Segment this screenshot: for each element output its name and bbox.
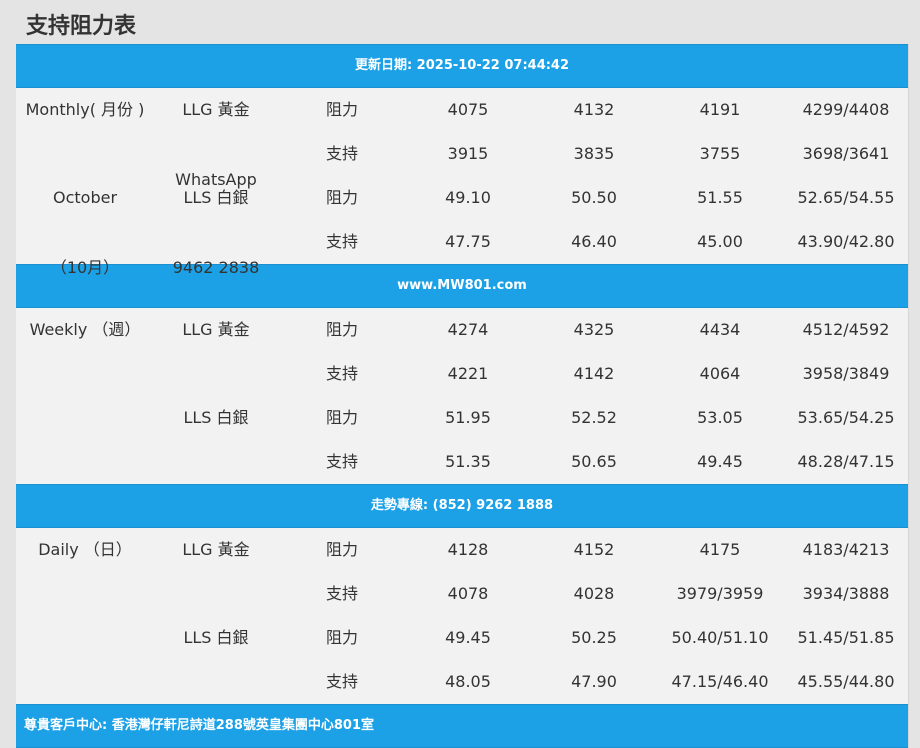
level-2: 4152 [573, 540, 615, 559]
level-4: 45.55/44.80 [797, 672, 895, 691]
table-row: Weekly （週） LLG 黃金 阻力 4274 4325 4434 4512… [16, 308, 908, 352]
level-1: 4078 [447, 584, 489, 603]
level-3: 3755 [699, 144, 741, 163]
whatsapp-label: WhatsApp [175, 170, 257, 189]
level-2: 50.25 [571, 628, 617, 647]
level-3: 4191 [699, 100, 741, 119]
level-2: 47.90 [571, 672, 617, 691]
level-2: 50.50 [571, 188, 617, 207]
month-cn-label: （10月） [50, 258, 120, 277]
type-label: 支持 [326, 584, 359, 603]
type-label: 支持 [326, 144, 359, 163]
table-row: Monthly( 月份 ) LLG 黃金 阻力 4075 4132 4191 4… [16, 88, 908, 132]
level-1: 48.05 [445, 672, 491, 691]
level-3: 51.55 [697, 188, 743, 207]
period-label: Daily （日） [38, 540, 132, 559]
table-row: 支持 4221 4142 4064 3958/3849 [16, 352, 908, 396]
level-4: 51.45/51.85 [797, 628, 895, 647]
level-2: 4028 [573, 584, 615, 603]
level-4: 52.65/54.55 [797, 188, 895, 207]
level-1: 4128 [447, 540, 489, 559]
level-4: 4512/4592 [802, 320, 890, 339]
table-row: LLS 白銀 阻力 51.95 52.52 53.05 53.65/54.25 [16, 396, 908, 440]
metal-label: LLG 黃金 [182, 320, 250, 339]
level-1: 49.10 [445, 188, 491, 207]
level-1: 51.35 [445, 452, 491, 471]
level-1: 49.45 [445, 628, 491, 647]
type-label: 支持 [326, 672, 359, 691]
type-label: 阻力 [326, 100, 359, 119]
level-4: 43.90/42.80 [797, 232, 895, 251]
level-2: 50.65 [571, 452, 617, 471]
metal-label: LLS 白銀 [183, 628, 249, 647]
table-row: Daily （日） LLG 黃金 阻力 4128 4152 4175 4183/… [16, 528, 908, 572]
level-1: 51.95 [445, 408, 491, 427]
level-4: 48.28/47.15 [797, 452, 895, 471]
level-2: 4142 [573, 364, 615, 383]
level-3: 4434 [699, 320, 741, 339]
daily-section: Daily （日） LLG 黃金 阻力 4128 4152 4175 4183/… [16, 528, 908, 704]
level-1: 3915 [447, 144, 489, 163]
level-1: 47.75 [445, 232, 491, 251]
update-date-banner: 更新日期: 2025-10-22 07:44:42 [16, 44, 908, 88]
page-title: 支持阻力表 [26, 14, 137, 39]
table-row: 支持 4078 4028 3979/3959 3934/3888 [16, 572, 908, 616]
type-label: 阻力 [326, 408, 359, 427]
table-row: LLS 白銀 阻力 49.45 50.25 50.40/51.10 51.45/… [16, 616, 908, 660]
period-label: Monthly( 月份 ) [25, 100, 145, 119]
level-3: 45.00 [697, 232, 743, 251]
type-label: 阻力 [326, 320, 359, 339]
address-banner: 尊貴客戶中心: 香港灣仔軒尼詩道288號英皇集團中心801室 [16, 704, 908, 748]
type-label: 阻力 [326, 540, 359, 559]
type-label: 支持 [326, 364, 359, 383]
level-3: 4175 [699, 540, 741, 559]
period-label: Weekly （週） [29, 320, 141, 339]
type-label: 阻力 [326, 188, 359, 207]
table-row: October LLS 白銀 阻力 49.10 50.50 51.55 52.6… [16, 176, 908, 220]
metal-label: LLS 白銀 [183, 408, 249, 427]
level-4: 3698/3641 [802, 144, 890, 163]
level-2: 4325 [573, 320, 615, 339]
type-label: 支持 [326, 452, 359, 471]
type-label: 支持 [326, 232, 359, 251]
monthly-section: Monthly( 月份 ) LLG 黃金 阻力 4075 4132 4191 4… [16, 88, 908, 277]
level-4: 3934/3888 [802, 584, 890, 603]
level-3: 50.40/51.10 [671, 628, 769, 647]
level-4: 3958/3849 [802, 364, 890, 383]
level-1: 4075 [447, 100, 489, 119]
level-4: 53.65/54.25 [797, 408, 895, 427]
support-resistance-table: 更新日期: 2025-10-22 07:44:42 Monthly( 月份 ) … [16, 44, 909, 748]
level-2: 4132 [573, 100, 615, 119]
metal-label: LLG 黃金 [182, 540, 250, 559]
weekly-section: Weekly （週） LLG 黃金 阻力 4274 4325 4434 4512… [16, 308, 908, 484]
level-3: 53.05 [697, 408, 743, 427]
table-row: 支持 3915 3835 3755 3698/3641 [16, 132, 908, 176]
type-label: 阻力 [326, 628, 359, 647]
table-row: 支持 48.05 47.90 47.15/46.40 45.55/44.80 [16, 660, 908, 704]
level-3: 3979/3959 [676, 584, 764, 603]
metal-label: LLG 黃金 [182, 100, 250, 119]
table-row: 支持 51.35 50.65 49.45 48.28/47.15 [16, 440, 908, 484]
level-4: 4299/4408 [802, 100, 890, 119]
level-1: 4221 [447, 364, 489, 383]
hotline-banner: 走勢專線: (852) 9262 1888 [16, 484, 908, 528]
level-2: 46.40 [571, 232, 617, 251]
level-3: 49.45 [697, 452, 743, 471]
phone-label: 9462 2838 [172, 258, 260, 277]
level-3: 4064 [699, 364, 741, 383]
level-2: 52.52 [571, 408, 617, 427]
month-label: October [52, 188, 118, 207]
level-4: 4183/4213 [802, 540, 890, 559]
level-2: 3835 [573, 144, 615, 163]
level-1: 4274 [447, 320, 489, 339]
level-3: 47.15/46.40 [671, 672, 769, 691]
